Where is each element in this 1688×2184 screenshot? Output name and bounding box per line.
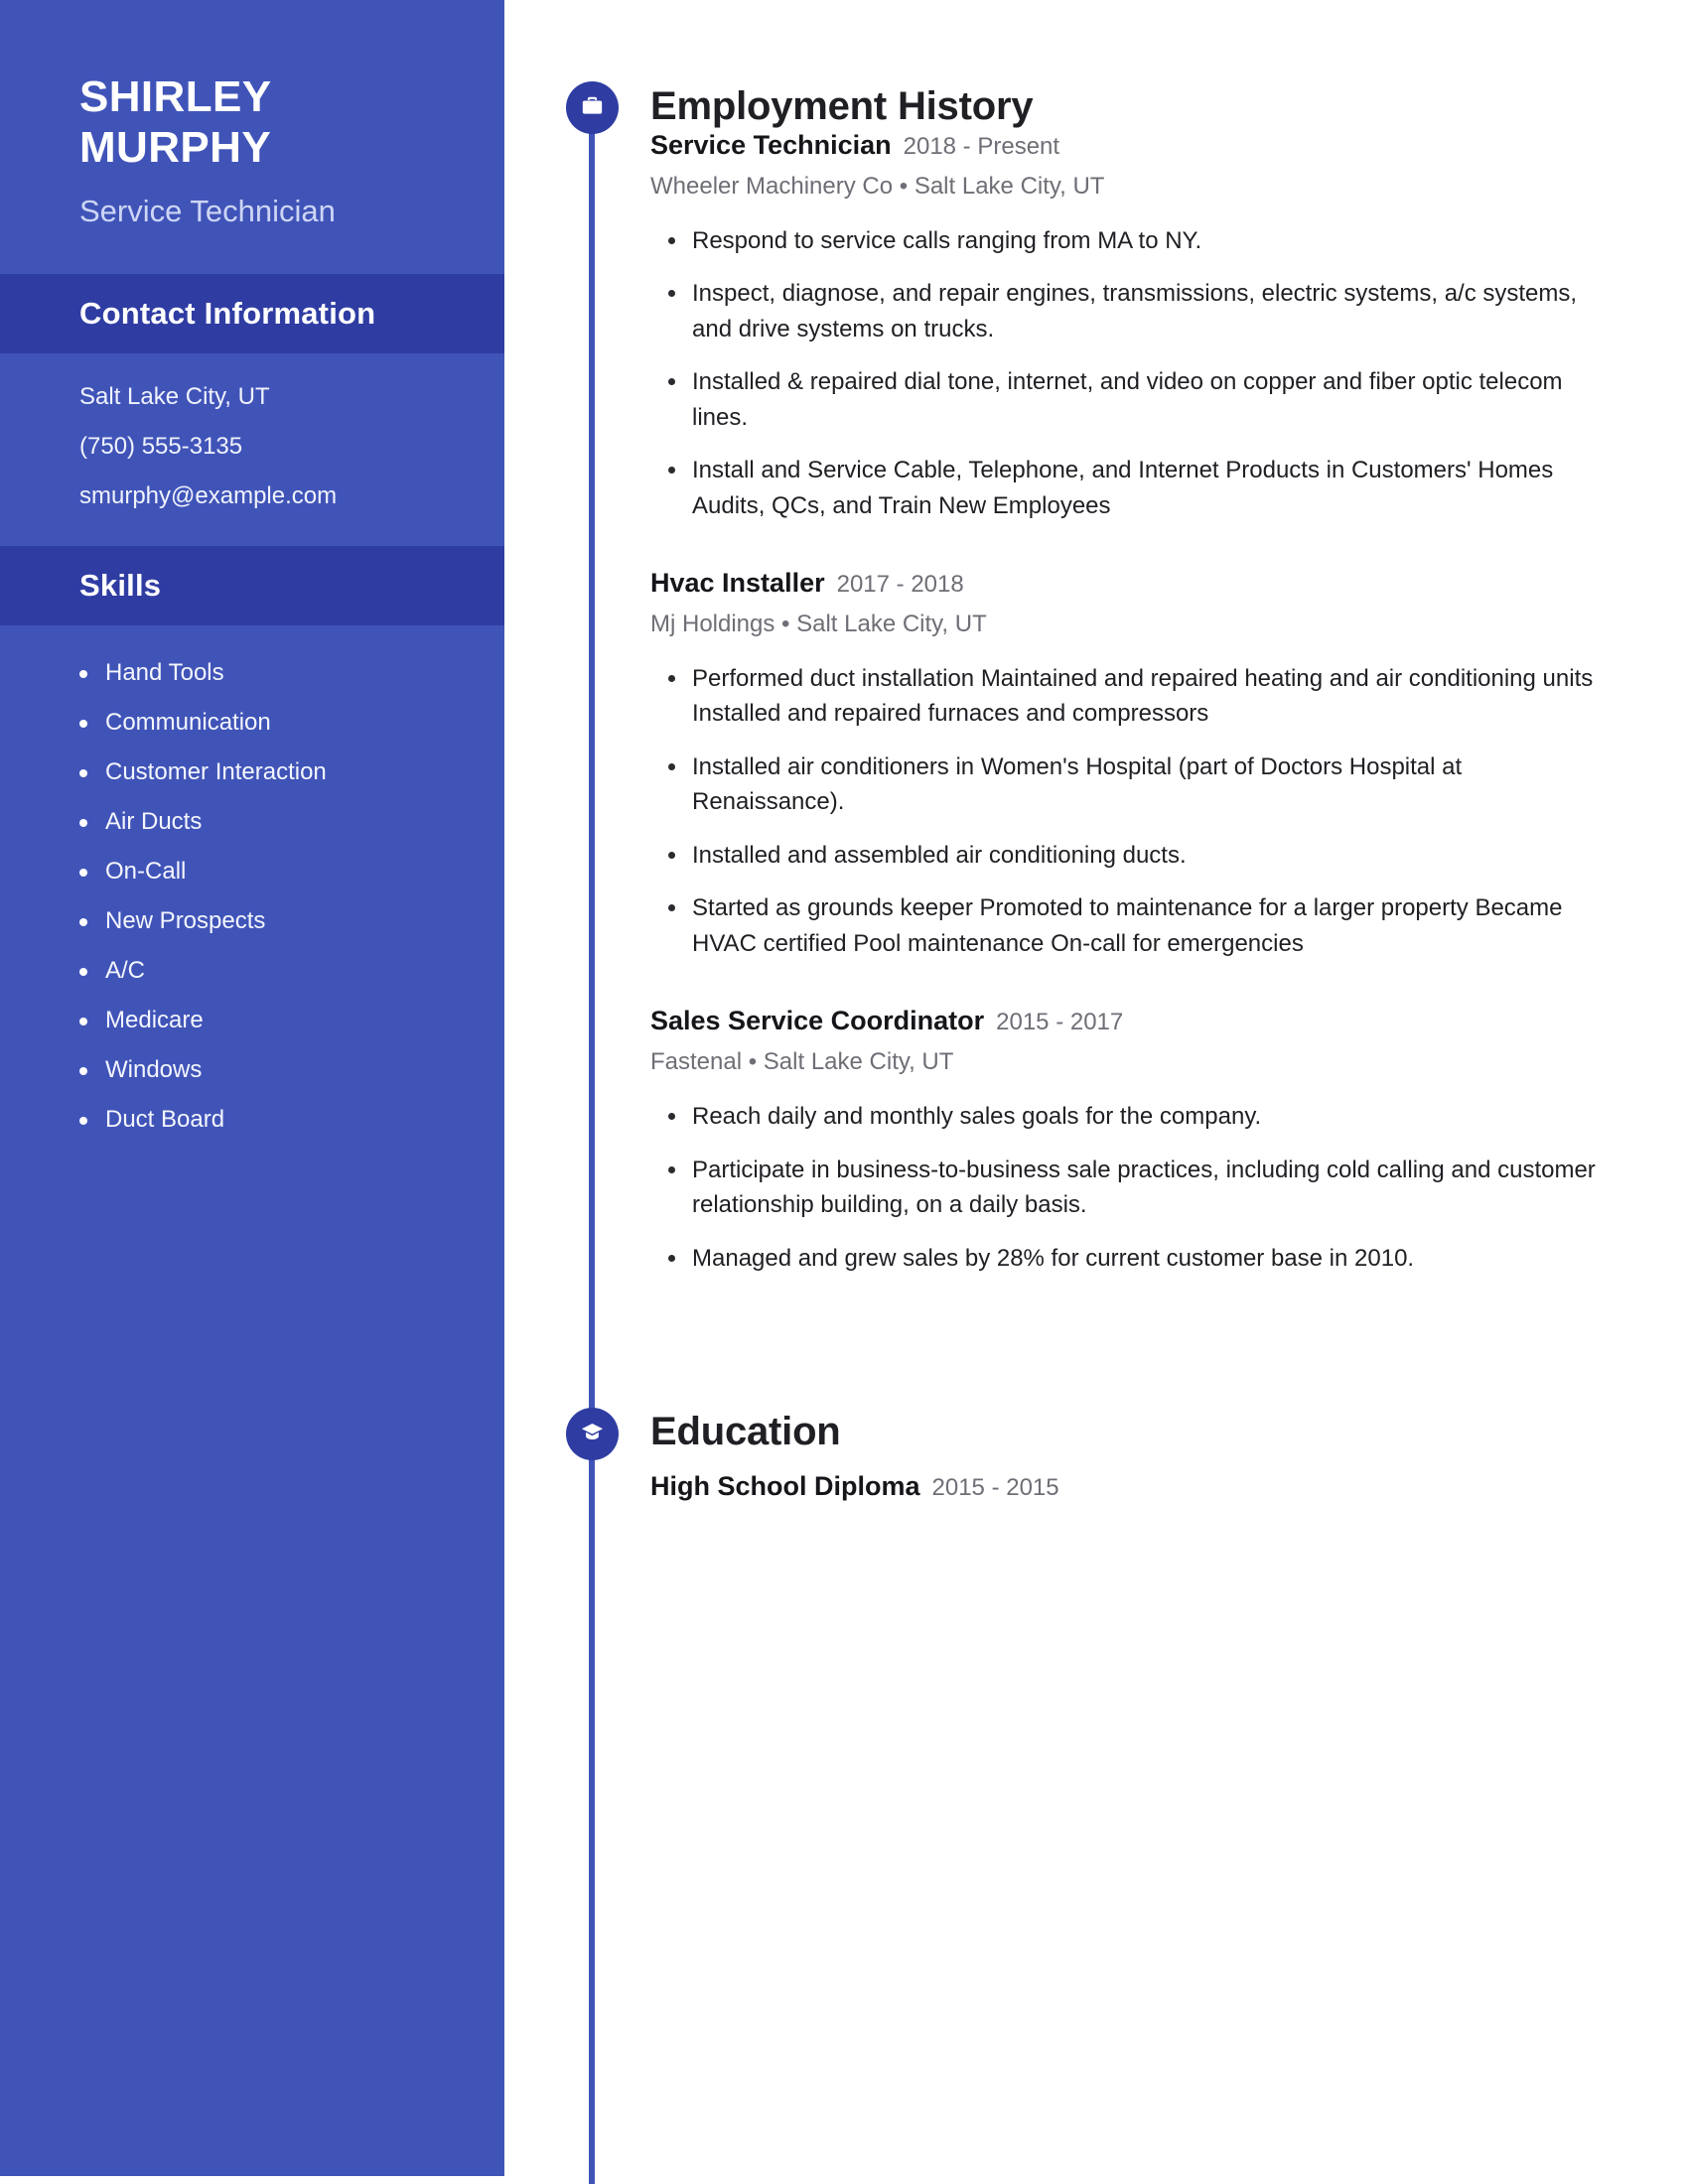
sidebar: SHIRLEY MURPHY Service Technician Contac… bbox=[0, 0, 504, 2176]
employment-entry: Service Technician 2018 - Present Wheele… bbox=[650, 129, 1614, 523]
entry-bullets: Performed duct installation Maintained a… bbox=[650, 661, 1614, 962]
entry-dates: 2017 - 2018 bbox=[836, 571, 964, 599]
skill-item: A/C bbox=[79, 959, 504, 983]
briefcase-icon bbox=[579, 92, 606, 124]
bullet-item: Participate in business-to-business sale… bbox=[668, 1153, 1614, 1223]
entry-header: High School Diploma 2015 - 2015 bbox=[650, 1470, 1059, 1503]
education-entry: High School Diploma 2015 - 2015 bbox=[650, 1470, 1059, 1503]
contact-email[interactable]: smurphy@example.com bbox=[79, 484, 504, 508]
name-block: SHIRLEY MURPHY Service Technician bbox=[0, 0, 504, 229]
skills-section-header: Skills bbox=[0, 546, 504, 626]
bullet-item: Managed and grew sales by 28% for curren… bbox=[668, 1241, 1614, 1277]
entry-bullets: Reach daily and monthly sales goals for … bbox=[650, 1099, 1614, 1276]
employment-entry: Hvac Installer 2017 - 2018 Mj Holdings •… bbox=[650, 567, 1614, 961]
contact-location: Salt Lake City, UT bbox=[79, 383, 270, 411]
education-dates: 2015 - 2015 bbox=[931, 1474, 1059, 1501]
skill-item: New Prospects bbox=[79, 909, 504, 933]
entry-header: Service Technician 2018 - Present bbox=[650, 129, 1614, 162]
skill-item: Windows bbox=[79, 1058, 504, 1082]
bullet-item: Installed air conditioners in Women's Ho… bbox=[668, 750, 1614, 820]
entry-spacer bbox=[650, 541, 1614, 567]
entry-role: Hvac Installer bbox=[650, 568, 825, 599]
resume-page: SHIRLEY MURPHY Service Technician Contac… bbox=[0, 0, 1688, 2184]
entry-company-location: Fastenal • Salt Lake City, UT bbox=[650, 1048, 954, 1076]
skill-item: Duct Board bbox=[79, 1108, 504, 1132]
contact-phone[interactable]: (750) 555-3135 bbox=[79, 435, 504, 459]
bullet-item: Started as grounds keeper Promoted to ma… bbox=[668, 890, 1614, 961]
skill-item: Customer Interaction bbox=[79, 760, 504, 784]
entry-spacer bbox=[650, 979, 1614, 1005]
skill-item: Medicare bbox=[79, 1009, 504, 1032]
skill-item: Communication bbox=[79, 711, 504, 735]
bullet-item: Reach daily and monthly sales goals for … bbox=[668, 1099, 1614, 1135]
entry-company-location: Wheeler Machinery Co • Salt Lake City, U… bbox=[650, 172, 1105, 200]
contact-section-header: Contact Information bbox=[0, 274, 504, 354]
education-section: Education bbox=[650, 1410, 841, 1454]
graduation-cap-icon bbox=[579, 1419, 606, 1450]
entry-company-location: Mj Holdings • Salt Lake City, UT bbox=[650, 611, 987, 637]
first-name: SHIRLEY bbox=[79, 72, 272, 121]
employment-entry: Sales Service Coordinator 2015 - 2017 Fa… bbox=[650, 1005, 1614, 1276]
skill-item: On-Call bbox=[79, 860, 504, 884]
contact-list: Salt Lake City, UT (750) 555-3135 smurph… bbox=[0, 353, 504, 508]
education-degree: High School Diploma bbox=[650, 1471, 920, 1501]
bullet-item: Inspect, diagnose, and repair engines, t… bbox=[668, 276, 1614, 346]
entry-role: Service Technician bbox=[650, 130, 892, 160]
bullet-item: Performed duct installation Maintained a… bbox=[668, 661, 1614, 732]
employment-node bbox=[566, 81, 619, 134]
employment-history-section: Employment History Service Technician 20… bbox=[650, 84, 1614, 1294]
bullet-item: Install and Service Cable, Telephone, an… bbox=[668, 453, 1614, 523]
education-heading: Education bbox=[650, 1410, 841, 1453]
entry-dates: 2015 - 2017 bbox=[996, 1009, 1124, 1036]
skills-list: Hand Tools Communication Customer Intera… bbox=[0, 625, 504, 1132]
skill-item: Hand Tools bbox=[79, 661, 504, 685]
contact-heading: Contact Information bbox=[79, 296, 376, 332]
education-node bbox=[566, 1408, 619, 1460]
entry-role: Sales Service Coordinator bbox=[650, 1006, 985, 1036]
headline-job-title: Service Technician bbox=[79, 194, 336, 229]
bullet-item: Respond to service calls ranging from MA… bbox=[668, 223, 1614, 259]
skill-item: Air Ducts bbox=[79, 810, 504, 834]
bullet-item: Installed and assembled air conditioning… bbox=[668, 838, 1614, 874]
skills-heading: Skills bbox=[79, 568, 162, 604]
entry-dates: 2018 - Present bbox=[903, 133, 1060, 160]
employment-heading: Employment History bbox=[650, 84, 1034, 128]
last-name: MURPHY bbox=[79, 123, 272, 173]
timeline-rail bbox=[589, 99, 595, 2184]
entry-bullets: Respond to service calls ranging from MA… bbox=[650, 223, 1614, 524]
entry-header: Hvac Installer 2017 - 2018 bbox=[650, 567, 1614, 600]
bullet-item: Installed & repaired dial tone, internet… bbox=[668, 364, 1614, 435]
entry-header: Sales Service Coordinator 2015 - 2017 bbox=[650, 1005, 1614, 1037]
